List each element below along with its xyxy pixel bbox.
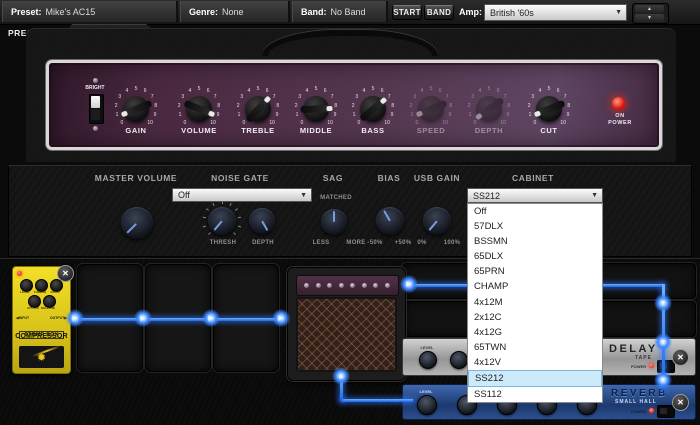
thresh-knob[interactable]	[208, 207, 236, 235]
signal-line	[340, 378, 343, 401]
delay-rack-knob[interactable]	[419, 351, 437, 369]
combo-grille	[296, 297, 397, 372]
ng-depth-knob-pointer	[244, 203, 280, 239]
knob-tick	[233, 231, 237, 235]
signal-line	[662, 284, 665, 390]
combo-knob-dot	[361, 283, 367, 288]
pedal-knob-label: RELEASE	[40, 306, 56, 310]
sag-knob[interactable]	[321, 209, 347, 235]
cabinet-option-4x12v[interactable]: 4x12V	[468, 355, 602, 370]
ng-depth-knob[interactable]	[249, 208, 275, 234]
cabinet-option-65prn[interactable]: 65PRN	[468, 264, 602, 279]
pedal-output-label: OUTPUT▶	[49, 316, 67, 320]
delay-rack-knob-label: LEVEL	[420, 345, 434, 350]
signal-line	[341, 399, 413, 402]
cabinet-option-2x12c[interactable]: 2x12C	[468, 310, 602, 325]
knob-tick	[237, 225, 241, 228]
cabinet-option-65dlx[interactable]: 65DLX	[468, 249, 602, 264]
combo-knob-dot	[304, 283, 309, 288]
pedal-close-icon[interactable]: ✕	[57, 265, 74, 282]
usb-knob-pointer	[417, 201, 456, 240]
cabinet-select-value: SS212	[473, 190, 501, 201]
knob-tick	[229, 202, 232, 207]
reverb-rack-knob-label: LEVEL	[419, 389, 433, 394]
cabinet-option-champ[interactable]: CHAMP	[468, 279, 602, 294]
delay-name: DELAY	[609, 343, 658, 355]
bias-knob-pointer	[371, 202, 409, 240]
delay-power-label: POWER	[631, 364, 647, 369]
pedal-io-labels: ◀INPUT OUTPUT▶	[16, 316, 67, 320]
combo-control-strip	[296, 275, 399, 296]
knob-tick	[235, 208, 239, 212]
amp-software-window: Preset: Mike's AC15 Genre: None Band: No…	[0, 0, 700, 425]
combo-knob-dot	[315, 283, 321, 288]
pedal-name: COMPRESSOR	[15, 333, 68, 340]
cabinet-select[interactable]: SS212 ▼	[467, 188, 603, 203]
reverb-power-led	[649, 408, 654, 413]
noise-gate-select[interactable]: Off ▼	[172, 188, 312, 202]
delay-close-icon[interactable]: ✕	[672, 349, 689, 366]
combo-knob-dot	[384, 283, 390, 288]
knob-tick	[212, 202, 215, 207]
cabinet-option-ss212[interactable]: SS212	[468, 369, 602, 387]
pedal-input-label: ◀INPUT	[16, 316, 30, 320]
knob-tick	[205, 208, 209, 212]
reverb-sub: SMALL HALL	[615, 399, 657, 405]
combo-knob-dot	[373, 283, 378, 288]
reverb-close-icon[interactable]: ✕	[672, 394, 689, 411]
cabinet-dropdown-list: Off 57DLX BSSMN 65DLX 65PRN CHAMP 4x12M 2x12C 4x…	[467, 203, 603, 403]
pedal-led	[17, 271, 22, 276]
cabinet-option-off[interactable]: Off	[468, 204, 602, 219]
signal-line	[70, 318, 286, 321]
compressor-pedal[interactable]: ✕ ◀INPUT OUTPUT▶ STOMP BOX COMPRESSOR ✹ …	[12, 265, 74, 374]
sag-knob-pointer	[321, 209, 347, 235]
dropdown-arrow-icon: ▼	[591, 192, 598, 199]
combo-knob-dot	[350, 283, 355, 288]
knob-tick	[207, 231, 211, 235]
cabinet-option-4x12m[interactable]: 4x12M	[468, 294, 602, 309]
amp-cabinet-unit[interactable]	[287, 267, 406, 381]
pedal-knob-label: RATIO	[50, 290, 60, 294]
usb-knob[interactable]	[423, 207, 451, 235]
cabinet-option-65twn[interactable]: 65TWN	[468, 340, 602, 355]
cabinet-option-bssmn[interactable]: BSSMN	[468, 234, 602, 249]
noise-gate-value: Off	[178, 190, 190, 200]
cabinet-option-57dlx[interactable]: 57DLX	[468, 219, 602, 234]
master-volume-knob[interactable]	[121, 207, 153, 239]
delay-rack-knob[interactable]	[450, 351, 468, 369]
master-volume-knob-pointer	[114, 200, 159, 245]
pedal-logo: ✹	[19, 346, 64, 368]
reverb-power-label: POWER	[631, 409, 647, 414]
reverb-name: REVERB	[611, 388, 668, 399]
delay-power-led	[649, 363, 654, 368]
bias-knob[interactable]	[376, 207, 404, 235]
dropdown-arrow-icon: ▼	[300, 191, 307, 199]
cabinet-option-4x12g[interactable]: 4x12G	[468, 325, 602, 340]
cabinet-option-ss112[interactable]: SS112	[468, 387, 602, 402]
reverb-rack-knob[interactable]	[417, 395, 437, 415]
delay-sub: TAPE	[635, 355, 652, 361]
combo-knob-dot	[338, 283, 344, 288]
combo-knob-dot	[327, 283, 332, 288]
